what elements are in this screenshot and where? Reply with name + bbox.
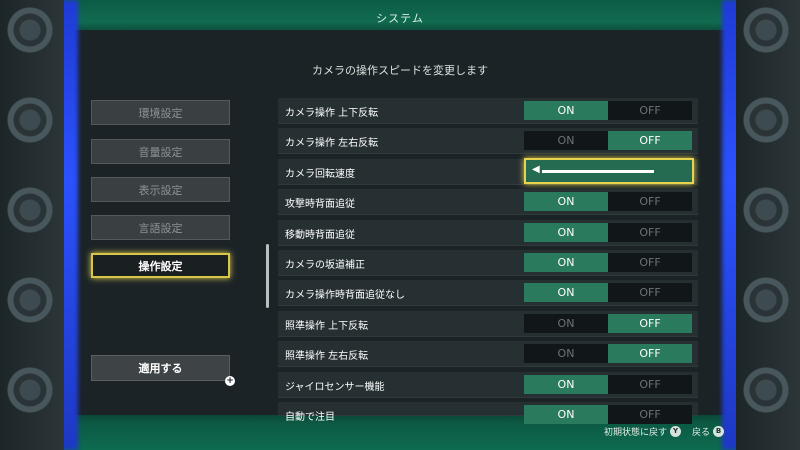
- window-title: システム: [376, 12, 424, 25]
- on-option[interactable]: ON: [524, 405, 608, 424]
- on-option[interactable]: ON: [524, 192, 608, 212]
- off-option[interactable]: OFF: [608, 313, 692, 333]
- menu-item-2[interactable]: 音量設定: [91, 139, 230, 164]
- speed-slider[interactable]: ◀: [524, 157, 694, 184]
- slider-fill: [542, 169, 654, 173]
- off-option[interactable]: OFF: [608, 253, 692, 272]
- on-off-toggle[interactable]: ON OFF: [524, 283, 692, 303]
- setting-row[interactable]: カメラ操作 左右反転 ON OFF: [278, 128, 698, 155]
- setting-label: 照準操作 左右反転: [285, 351, 369, 363]
- reset-hint[interactable]: 初期状態に戻す Y: [604, 425, 682, 438]
- menu-item-5[interactable]: 操作設定: [91, 253, 230, 278]
- on-off-toggle[interactable]: ON OFF: [524, 374, 692, 394]
- off-option[interactable]: OFF: [608, 283, 692, 302]
- off-option[interactable]: OFF: [608, 101, 692, 120]
- on-option[interactable]: ON: [524, 101, 608, 120]
- setting-label: カメラの坂道補正: [285, 260, 365, 271]
- menu-item-4[interactable]: 言語設定: [91, 215, 230, 240]
- on-off-toggle[interactable]: ON OFF: [524, 131, 692, 151]
- on-option[interactable]: ON: [524, 344, 608, 363]
- on-option[interactable]: ON: [524, 222, 608, 242]
- reset-label: 初期状態に戻す: [604, 428, 668, 438]
- off-option[interactable]: OFF: [608, 223, 692, 242]
- back-hint[interactable]: 戻る B: [692, 425, 725, 438]
- on-option[interactable]: ON: [524, 131, 608, 150]
- on-off-toggle[interactable]: ON OFF: [524, 405, 692, 424]
- menu-item-1[interactable]: 環境設定: [91, 100, 230, 125]
- setting-label: カメラ回転速度: [285, 168, 355, 180]
- scrollbar[interactable]: [266, 244, 269, 308]
- on-off-toggle[interactable]: ON OFF: [524, 101, 692, 120]
- setting-row[interactable]: カメラの坂道補正 ON OFF: [278, 250, 698, 276]
- setting-row[interactable]: 攻撃時背面追従 ON OFF: [278, 189, 698, 216]
- b-button-icon: B: [713, 426, 725, 437]
- on-off-toggle[interactable]: ON OFF: [524, 344, 692, 364]
- apply-button[interactable]: 適用する: [91, 355, 230, 381]
- on-off-toggle[interactable]: ON OFF: [524, 192, 692, 212]
- setting-row[interactable]: 自動で注目 ON OFF: [278, 402, 698, 424]
- off-option[interactable]: OFF: [608, 344, 692, 364]
- setting-label: カメラ操作時背面追従なし: [285, 290, 405, 302]
- off-option[interactable]: OFF: [608, 192, 692, 211]
- on-option[interactable]: ON: [524, 253, 608, 272]
- back-label: 戻る: [692, 428, 711, 438]
- on-off-toggle[interactable]: ON OFF: [524, 313, 692, 333]
- setting-row[interactable]: カメラ操作時背面追従なし ON OFF: [278, 280, 698, 307]
- on-option[interactable]: ON: [524, 314, 608, 333]
- setting-label: ジャイロセンサー機能: [285, 381, 385, 393]
- setting-label: 攻撃時背面追従: [285, 199, 355, 211]
- off-option[interactable]: OFF: [608, 375, 692, 394]
- off-option[interactable]: OFF: [608, 131, 692, 151]
- setting-row[interactable]: 照準操作 左右反転 ON OFF: [278, 341, 698, 368]
- y-button-icon: Y: [670, 426, 682, 437]
- menu-item-3[interactable]: 表示設定: [91, 177, 230, 202]
- plus-button-icon: +: [225, 376, 235, 386]
- setting-label: カメラ操作 左右反転: [285, 138, 379, 150]
- setting-label: 自動で注目: [285, 412, 335, 423]
- on-off-toggle[interactable]: ON OFF: [524, 222, 692, 242]
- chevron-left-icon[interactable]: ◀: [532, 164, 540, 175]
- setting-label: 照準操作 上下反転: [285, 320, 369, 332]
- off-option[interactable]: OFF: [608, 405, 692, 424]
- setting-row[interactable]: カメラ回転速度 ◀: [278, 157, 698, 185]
- setting-label: 移動時背面追従: [285, 229, 355, 241]
- setting-row[interactable]: 移動時背面追従 ON OFF: [278, 219, 698, 246]
- setting-label: カメラ操作 上下反転: [285, 108, 379, 119]
- setting-description: カメラの操作スピードを変更します: [312, 64, 488, 77]
- on-option[interactable]: ON: [524, 374, 608, 394]
- on-option[interactable]: ON: [524, 283, 608, 303]
- setting-row[interactable]: ジャイロセンサー機能 ON OFF: [278, 371, 698, 398]
- on-off-toggle[interactable]: ON OFF: [524, 253, 692, 272]
- setting-row[interactable]: カメラ操作 上下反転 ON OFF: [278, 98, 698, 124]
- setting-row[interactable]: 照準操作 上下反転 ON OFF: [278, 310, 698, 337]
